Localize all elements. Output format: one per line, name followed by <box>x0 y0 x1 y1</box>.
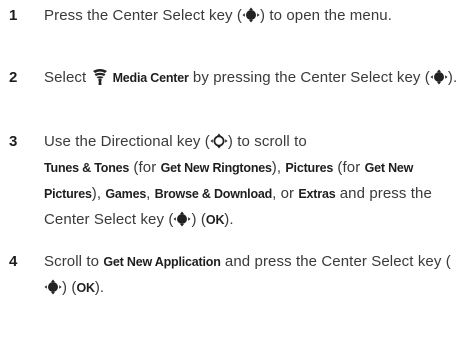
step-4: 4 Scroll to Get New Application and pres… <box>0 249 465 301</box>
step-text-part: Select <box>44 69 91 86</box>
menu-option-extras: Extras <box>298 187 336 201</box>
step-number: 3 <box>9 133 18 150</box>
step-text-part: Scroll to <box>44 253 104 270</box>
center-select-key-icon <box>173 211 191 227</box>
step-text-part: ). <box>94 279 105 296</box>
ok-label: OK <box>205 213 225 227</box>
directional-key-icon <box>210 133 228 149</box>
step-text-part: ), <box>271 159 286 176</box>
step-text: Press the Center Select key ( ) to open t… <box>44 3 462 29</box>
media-center-label: Media Center <box>112 71 189 85</box>
menu-option-pictures: Pictures <box>285 161 334 175</box>
media-center-icon <box>92 69 107 85</box>
step-text-part: , or <box>272 185 299 202</box>
step-text-part: (for <box>129 159 161 176</box>
step-text-part: Use the Directional key ( <box>44 133 210 150</box>
step-text-part: ), <box>91 185 106 202</box>
menu-option-browse: Browse & Download <box>154 187 273 201</box>
step-text-part: by pressing the Center Select key ( <box>188 69 430 86</box>
step-text-part: ). <box>447 69 458 86</box>
step-number: 2 <box>9 69 18 86</box>
menu-option-get-ringtones: Get New Ringtones <box>160 161 272 175</box>
step-3: 3 Use the Directional key ( ) to scroll t… <box>0 129 465 233</box>
step-text-part: ) ( <box>62 279 77 296</box>
step-2: 2 Select Media Center by pressing the Ce… <box>0 65 465 117</box>
step-text-part: ) to scroll to <box>227 133 307 150</box>
step-text: Select Media Center by pressing the Cent… <box>44 65 462 91</box>
step-text-part: ) to open the menu. <box>259 7 392 24</box>
menu-option-get-app: Get New Application <box>103 255 221 269</box>
center-select-key-icon <box>242 7 260 23</box>
step-text-part: and press the Center Select key ( <box>220 253 451 270</box>
step-1: 1 Press the Center Select key ( ) to open… <box>0 3 465 55</box>
menu-option-tunes: Tunes & Tones <box>44 161 130 175</box>
center-select-key-icon <box>44 279 62 295</box>
step-text-part: ). <box>224 211 234 228</box>
step-text-part: ) ( <box>191 211 206 228</box>
step-text-part: , <box>146 185 155 202</box>
step-text-part: (for <box>333 159 365 176</box>
step-number: 4 <box>9 253 18 270</box>
step-number: 1 <box>9 7 18 24</box>
center-select-key-icon <box>430 69 448 85</box>
menu-option-games: Games <box>105 187 147 201</box>
step-text: Scroll to Get New Application and press … <box>44 249 462 301</box>
step-text: Use the Directional key () to scroll to … <box>44 129 462 233</box>
step-text-part: Press the Center Select key ( <box>44 7 242 24</box>
ok-label: OK <box>76 281 95 295</box>
